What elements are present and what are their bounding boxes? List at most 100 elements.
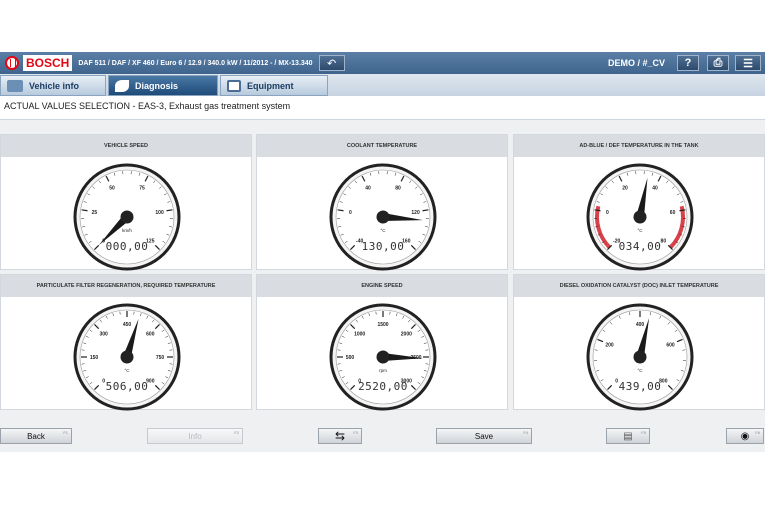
gauge-title: ENGINE SPEED — [257, 275, 507, 297]
gauge-tick-label: 500 — [346, 355, 355, 361]
gauge-dial: -20020 406080°C034,00 — [586, 163, 694, 271]
gauge-unit: °C — [124, 368, 130, 373]
chart-icon: ▤ — [623, 430, 633, 442]
undo-button[interactable]: ↶ — [318, 55, 345, 71]
bosch-logo-icon — [5, 56, 19, 70]
menu-button[interactable]: ☰ — [735, 55, 761, 71]
diagnosis-icon — [115, 79, 129, 92]
gauge-tick-label: 80 — [661, 238, 667, 244]
gauge-tick-label: 40 — [652, 186, 658, 192]
record-icon: ◉ — [740, 430, 750, 442]
user-label: DEMO / #_CV — [607, 58, 665, 68]
gauge-tick-label: 300 — [99, 332, 108, 338]
gauge-tick-label: 60 — [670, 210, 676, 216]
gauge-panel: PARTICULATE FILTER REGENERATION, REQUIRE… — [0, 274, 252, 411]
gauge-tick-label: 50 — [109, 186, 115, 192]
gauge-tick-label: 25 — [92, 210, 98, 216]
gauge-tick-label: 1500 — [377, 322, 388, 328]
gauge-tick-label: 1000 — [354, 332, 365, 338]
gauge-panel: COOLANT TEMPERATURE -40 0 40 80 120 160 °C 130,0… — [256, 134, 508, 271]
gauge-tick-label: 150 — [90, 355, 99, 361]
tab-equipment[interactable]: Equipment — [220, 75, 328, 96]
gauge-tick-label: 75 — [139, 186, 145, 192]
gauge-unit: °C — [637, 228, 643, 233]
gauge-hub — [120, 350, 134, 364]
info-label: Info — [188, 431, 202, 441]
gauge-hub — [633, 350, 647, 364]
page-title: ACTUAL VALUES SELECTION - EAS-3, Exhaust… — [0, 96, 765, 120]
gauge-tick-label: 600 — [666, 342, 675, 348]
gauge-unit: °C — [380, 228, 386, 233]
print-button[interactable]: ⎙ — [707, 55, 729, 71]
tab-diagnosis[interactable]: Diagnosis — [108, 75, 218, 96]
gauge-unit: rpm — [379, 368, 387, 373]
fkey-label: F5 — [641, 430, 646, 435]
gauge-unit: °C — [637, 368, 643, 373]
tab-bar: Vehicle info Diagnosis Equipment — [0, 74, 765, 96]
gauge-readout: 2520,00 — [358, 380, 408, 393]
tab-label: Diagnosis — [135, 80, 179, 91]
back-button[interactable]: Back F1 — [0, 428, 72, 444]
record-button[interactable]: ◉ F6 — [726, 428, 764, 444]
tab-vehicle-info[interactable]: Vehicle info — [0, 75, 106, 96]
gauge-tick-label: 400 — [636, 322, 645, 328]
gauge-tick-label: 2000 — [401, 332, 412, 338]
undo-icon: ↶ — [326, 57, 337, 70]
gauge-tick-label: 80 — [395, 186, 401, 192]
gauge-unit: km/h — [122, 228, 132, 233]
gauge-dial: -40040 80120160°C130,00 — [329, 163, 437, 271]
gauge-panel: AD-BLUE / DEF TEMPERATURE IN THE TANK -20… — [513, 134, 765, 271]
swap-arrows-icon: ⇆ — [334, 429, 346, 443]
gauge-panel: ENGINE SPEED050010001500200025003000rpm2… — [256, 274, 508, 411]
gauge-readout: 000,00 — [106, 240, 149, 253]
fkey-label: F4 — [523, 430, 528, 435]
gauge-tick-label: 600 — [146, 332, 155, 338]
book-icon — [227, 79, 241, 92]
gauge-readout: 439,00 — [619, 380, 662, 393]
gauge-hub — [376, 210, 390, 224]
gauge-readout: 034,00 — [619, 240, 662, 253]
chart-button[interactable]: ▤ F5 — [606, 428, 650, 444]
gauge-hub — [120, 210, 134, 224]
save-label: Save — [474, 431, 494, 441]
gauge-panel: VEHICLE SPEED 0 25 50 75 100 125 km/h 000,00 — [0, 134, 252, 271]
fkey-label: F1 — [63, 430, 68, 435]
fkey-label: F3 — [353, 430, 358, 435]
gauge-tick-label: 750 — [156, 355, 165, 361]
gauge-title: DIESEL OXIDATION CATALYST (DOC) INLET TE… — [514, 275, 764, 297]
fkey-label: F2 — [234, 430, 239, 435]
save-button[interactable]: Save F4 — [436, 428, 532, 444]
brand-label: BOSCH — [23, 55, 73, 71]
gauge-panel: DIESEL OXIDATION CATALYST (DOC) INLET TE… — [513, 274, 765, 411]
gauge-tick-label: 0 — [349, 210, 352, 216]
application-window: BOSCH DAF 511 / DAF / XF 460 / Euro 6 / … — [0, 52, 765, 452]
gauge-tick-label: 40 — [365, 186, 371, 192]
gauge-hub — [633, 210, 647, 224]
gauge-tick-label: 20 — [622, 186, 628, 192]
menu-icon: ☰ — [743, 57, 753, 70]
gauge-title: AD-BLUE / DEF TEMPERATURE IN THE TANK — [514, 135, 764, 157]
gauge-dial: 02550 75100125km/h000,00 — [73, 163, 181, 271]
gauge-tick-label: 450 — [123, 322, 132, 328]
switch-view-button[interactable]: ⇆ F3 — [318, 428, 362, 444]
gauge-tick-label: 0 — [606, 210, 609, 216]
tab-label: Equipment — [247, 80, 294, 91]
tab-label: Vehicle info — [29, 80, 80, 91]
gauge-title: PARTICULATE FILTER REGENERATION, REQUIRE… — [1, 275, 251, 297]
gauge-dial: 0200400600800°C439,00 — [586, 303, 694, 411]
gauge-hub — [376, 350, 390, 364]
gauge-title: COOLANT TEMPERATURE — [257, 135, 507, 157]
gauge-title: VEHICLE SPEED — [1, 135, 251, 157]
back-label: Back — [27, 431, 45, 441]
gauge-readout: 506,00 — [106, 380, 149, 393]
gauge-dial: 0150300450600750900°C506,00 — [73, 303, 181, 411]
gauge-tick-label: 200 — [605, 342, 614, 348]
help-button[interactable]: ? — [677, 55, 699, 71]
car-icon — [7, 79, 23, 92]
info-button[interactable]: Info F2 — [147, 428, 243, 444]
gauge-tick-label: 100 — [155, 210, 164, 216]
gauge-tick-label: 120 — [411, 210, 420, 216]
gauge-readout: 130,00 — [362, 240, 405, 253]
gauge-dial: 050010001500200025003000rpm2520,00 — [329, 303, 437, 411]
header-bar: BOSCH DAF 511 / DAF / XF 460 / Euro 6 / … — [0, 52, 765, 74]
